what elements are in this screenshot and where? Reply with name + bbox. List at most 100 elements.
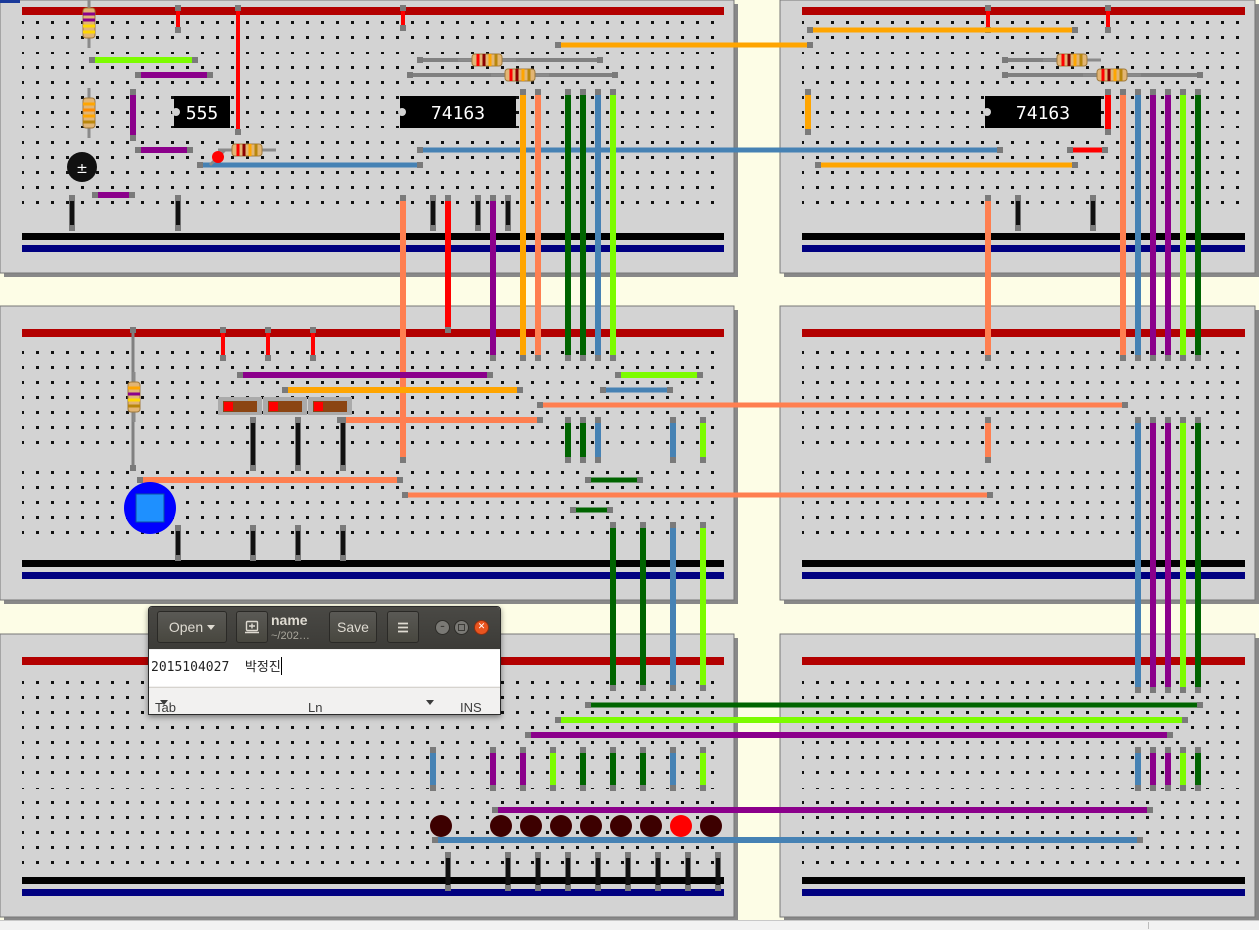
wire-end: [670, 417, 676, 423]
resistor-band: [83, 18, 95, 22]
close-button[interactable]: ✕: [474, 620, 489, 635]
wire-end: [580, 355, 586, 361]
save-button[interactable]: Save: [329, 611, 377, 643]
wire: [700, 417, 706, 463]
wire-end: [505, 195, 511, 201]
resistor-band: [83, 108, 95, 112]
wire-end: [570, 507, 576, 513]
wire: [1165, 417, 1171, 693]
wire: [670, 747, 676, 791]
wire-end: [235, 5, 241, 11]
breadboard-canvas[interactable]: 555 74163 74163 ±: [0, 0, 1259, 929]
wire-end: [1105, 27, 1111, 33]
chip-74163-left: 74163: [398, 96, 516, 128]
hole-row: [802, 342, 1245, 372]
wire-end: [1135, 355, 1141, 361]
wire: [580, 417, 586, 463]
switch-lever: [224, 402, 233, 411]
ground-rail: [22, 233, 724, 240]
wire-end: [192, 57, 198, 63]
wire: [137, 477, 403, 483]
dip-switch-2: [263, 397, 307, 415]
text-editor[interactable]: 2015104027 박정진: [149, 650, 500, 686]
wire-end: [580, 89, 586, 95]
wire: [295, 525, 301, 561]
chip-notch: [398, 108, 406, 116]
wire-end: [137, 477, 143, 483]
wire-end: [805, 129, 811, 135]
editor-content[interactable]: 2015104027 박정진: [151, 656, 282, 675]
wire: [175, 525, 181, 561]
wire: [585, 702, 1203, 708]
wire: [985, 195, 991, 361]
led-6: [610, 815, 632, 837]
wire-end: [175, 525, 181, 531]
wire-end: [610, 785, 616, 791]
resistor-band: [494, 54, 498, 66]
wire-end: [129, 192, 135, 198]
wire-end: [432, 837, 438, 843]
minimize-button[interactable]: –: [435, 620, 450, 635]
resistor-band: [1119, 69, 1123, 81]
wire-end: [430, 785, 436, 791]
resistor-band: [527, 69, 531, 81]
wire-end: [580, 417, 586, 423]
wire: [1165, 747, 1171, 791]
gedit-window[interactable]: Open name ~/202… Save – ✕ 2015104027 박정진…: [148, 606, 501, 715]
chip-notch: [172, 108, 180, 116]
blue-rail: [802, 572, 1245, 579]
wire-end: [475, 195, 481, 201]
wire: [505, 195, 511, 231]
wire-end: [135, 147, 141, 153]
wire-end: [670, 457, 676, 463]
chevron-down-icon: [160, 700, 168, 705]
power-rail: [802, 657, 1245, 665]
power-rail: [22, 329, 724, 337]
wire-end: [655, 885, 661, 891]
dip-switch-3: [308, 397, 352, 415]
wire-end: [250, 555, 256, 561]
wire-end: [1165, 687, 1171, 693]
wire: [610, 522, 616, 691]
chip-74163-right: 74163: [983, 96, 1101, 128]
new-tab-button[interactable]: [236, 611, 268, 643]
resistor-band: [128, 398, 140, 402]
wire-end: [985, 457, 991, 463]
wire-end: [175, 27, 181, 33]
electrolytic-capacitor: ±: [67, 152, 97, 182]
wire: [432, 837, 1143, 843]
wire: [475, 195, 481, 231]
wire-end: [700, 522, 706, 528]
wire: [445, 852, 451, 891]
capacitor-mark: ±: [76, 161, 88, 177]
wire: [807, 27, 1078, 33]
wire-end: [490, 747, 496, 753]
editor-text: 2015104027 박정진: [151, 660, 281, 675]
menu-button[interactable]: [387, 611, 419, 643]
wire: [600, 387, 673, 393]
wire-end: [1150, 355, 1156, 361]
wire-end: [1180, 355, 1186, 361]
wire: [1195, 89, 1201, 361]
wire-end: [475, 225, 481, 231]
wire: [490, 195, 496, 361]
wire-end: [700, 747, 706, 753]
wire: [555, 717, 1188, 723]
button-cap: [135, 493, 165, 523]
wire-end: [685, 852, 691, 858]
led-body: [212, 151, 224, 163]
wire-end: [295, 465, 301, 471]
wire-end: [1167, 732, 1173, 738]
wire-end: [1150, 785, 1156, 791]
wire-end: [612, 72, 618, 78]
wire-end: [445, 885, 451, 891]
wire-end: [1195, 687, 1201, 693]
resistor-band: [1113, 69, 1117, 81]
maximize-button[interactable]: [454, 620, 469, 635]
wire-end: [430, 195, 436, 201]
hole-grid-top: [22, 52, 724, 128]
wire-end: [700, 685, 706, 691]
open-button[interactable]: Open: [157, 611, 227, 643]
wire: [1067, 147, 1108, 153]
wire: [625, 852, 631, 891]
